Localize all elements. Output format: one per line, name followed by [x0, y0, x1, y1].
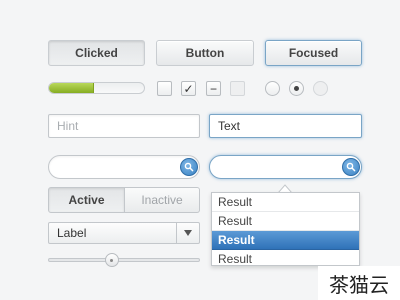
segment-inactive[interactable]: Inactive	[125, 187, 200, 213]
results-dropdown: Result Result Result Result	[211, 192, 360, 266]
radio-dot	[294, 86, 299, 91]
result-item[interactable]: Result	[212, 193, 359, 212]
triangle-down-icon	[184, 230, 192, 236]
select-arrow-button[interactable]	[176, 223, 199, 243]
button[interactable]: Button	[156, 40, 254, 66]
focused-button[interactable]: Focused	[265, 40, 362, 66]
result-item-selected[interactable]: Result	[212, 231, 359, 250]
radio-unselected[interactable]	[265, 81, 280, 96]
slider-thumb-grip	[110, 258, 114, 262]
search-field-focused[interactable]	[209, 155, 362, 179]
search-icon	[346, 162, 356, 172]
segment-active[interactable]: Active	[48, 187, 125, 213]
radio-selected[interactable]	[289, 81, 304, 96]
watermark: 茶猫云	[318, 266, 400, 300]
label-select[interactable]: Label	[48, 222, 200, 244]
checkbox-unchecked[interactable]	[157, 81, 172, 96]
clicked-button[interactable]: Clicked	[48, 40, 145, 66]
search-field[interactable]	[48, 155, 200, 179]
progress-fill	[49, 83, 94, 93]
result-item[interactable]: Result	[212, 212, 359, 231]
text-field[interactable]: Text	[209, 114, 362, 138]
hint-text-field[interactable]: Hint	[48, 114, 200, 138]
slider-thumb[interactable]	[104, 253, 119, 267]
search-button-focused[interactable]	[342, 158, 360, 176]
progress-bar	[48, 82, 145, 94]
select-value: Label	[57, 226, 87, 240]
radio-disabled	[313, 81, 328, 96]
search-button[interactable]	[180, 158, 198, 176]
checkbox-checked[interactable]: ✓	[181, 81, 196, 96]
checkbox-disabled	[230, 81, 245, 96]
checkbox-indeterminate[interactable]: −	[206, 81, 221, 96]
slider-track[interactable]	[48, 258, 200, 262]
watermark-text: 茶猫云	[329, 274, 389, 297]
search-icon	[184, 162, 194, 172]
